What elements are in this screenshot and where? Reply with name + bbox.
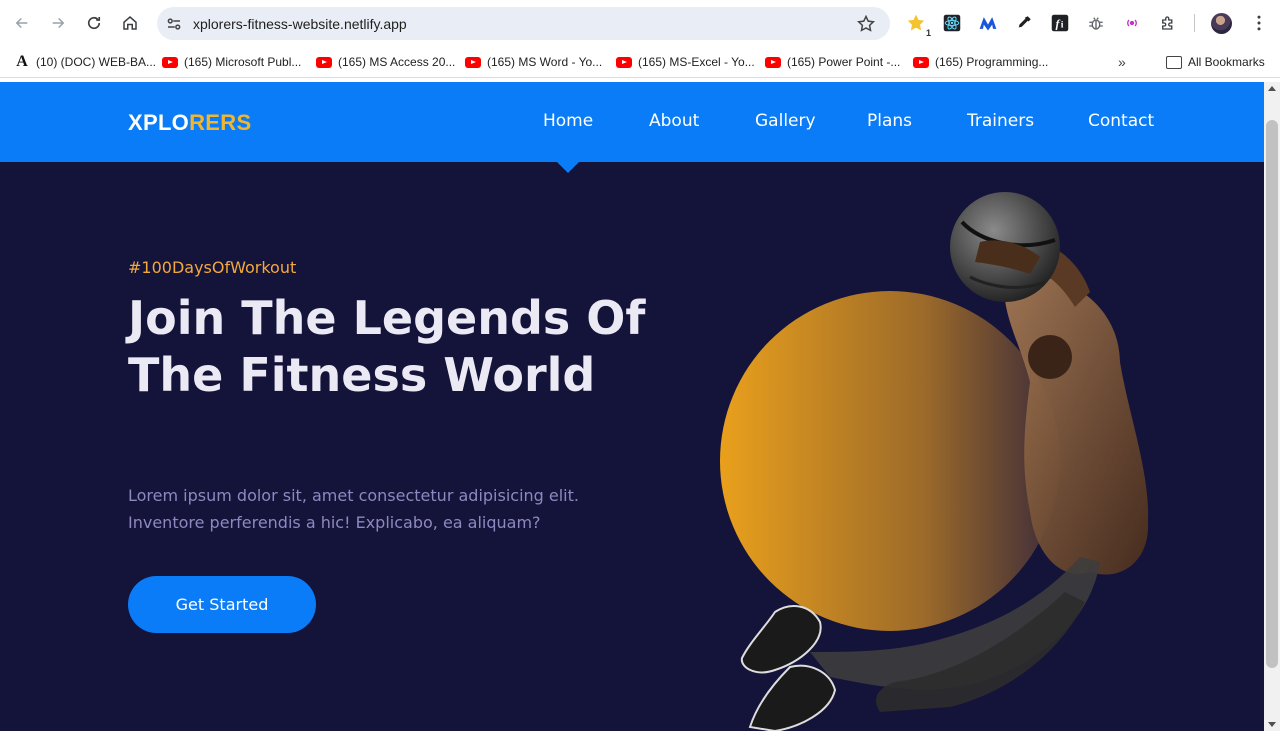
- bookmark-item[interactable]: (165) MS Word - Yo...: [465, 53, 602, 71]
- all-bookmarks-button[interactable]: All Bookmarks: [1166, 53, 1265, 71]
- youtube-icon: [162, 56, 178, 68]
- extension-badge: 1: [925, 28, 931, 38]
- bookmark-item[interactable]: (165) MS Access 20...: [316, 53, 455, 71]
- bookmark-label: (10) (DOC) WEB-BA...: [36, 55, 157, 69]
- hero-headline: Join The Legends Of The Fitness World: [128, 291, 646, 402]
- bookmark-item[interactable]: A (10) (DOC) WEB-BA...: [14, 53, 156, 71]
- site-logo[interactable]: XPLORERS: [128, 110, 251, 136]
- browser-menu-icon[interactable]: [1249, 13, 1269, 33]
- reload-icon[interactable]: [82, 11, 106, 35]
- font-extension-icon[interactable]: fi: [1050, 13, 1070, 33]
- bookmark-item[interactable]: (165) Power Point -...: [765, 53, 900, 71]
- page-viewport: XPLORERS Home About Gallery Plans Traine…: [0, 82, 1264, 731]
- more-bookmarks-chevron-icon[interactable]: »: [1118, 54, 1126, 70]
- bookmark-label: (165) Microsoft Publ...: [184, 55, 302, 69]
- bookmark-item[interactable]: (165) Programming...: [913, 53, 1048, 71]
- bookmark-label: (165) Power Point -...: [787, 55, 901, 69]
- bookmarks-bar: A (10) (DOC) WEB-BA... (165) Microsoft P…: [0, 46, 1280, 78]
- bookmark-star-icon[interactable]: [856, 14, 876, 34]
- toolbar-divider: [1194, 14, 1195, 32]
- active-nav-caret-icon: [557, 162, 579, 173]
- nav-gallery-link[interactable]: Gallery: [755, 111, 816, 131]
- logo-text-gold: RERS: [189, 110, 252, 135]
- home-icon[interactable]: [118, 11, 142, 35]
- youtube-icon: [913, 56, 929, 68]
- address-bar[interactable]: xplorers-fitness-website.netlify.app: [157, 7, 890, 40]
- bookmark-label: (165) MS Access 20...: [338, 55, 456, 69]
- bookmark-label: (165) MS-Excel - Yo...: [638, 55, 755, 69]
- broadcast-icon[interactable]: [1122, 13, 1142, 33]
- color-picker-icon[interactable]: [1014, 13, 1034, 33]
- bookmark-item[interactable]: (165) MS-Excel - Yo...: [616, 53, 755, 71]
- profile-avatar[interactable]: [1211, 13, 1232, 34]
- back-arrow-icon[interactable]: [10, 11, 34, 35]
- scroll-up-arrow-icon[interactable]: [1268, 86, 1276, 91]
- react-devtools-icon[interactable]: [942, 13, 962, 33]
- nav-plans-link[interactable]: Plans: [867, 111, 912, 131]
- scroll-thumb[interactable]: [1266, 120, 1278, 668]
- get-started-button[interactable]: Get Started: [128, 576, 316, 633]
- scroll-down-arrow-icon[interactable]: [1268, 722, 1276, 727]
- all-bookmarks-label: All Bookmarks: [1188, 55, 1265, 69]
- m-extension-icon[interactable]: [978, 13, 998, 33]
- site-settings-icon[interactable]: [165, 15, 183, 33]
- bug-icon[interactable]: [1086, 13, 1106, 33]
- site-navbar: XPLORERS Home About Gallery Plans Traine…: [0, 82, 1264, 162]
- hero-athlete-image: [720, 192, 1149, 731]
- nav-contact-link[interactable]: Contact: [1088, 111, 1154, 131]
- nav-trainers-link[interactable]: Trainers: [967, 111, 1034, 131]
- hero-lead-text: Lorem ipsum dolor sit, amet consectetur …: [128, 486, 579, 532]
- url-text[interactable]: xplorers-fitness-website.netlify.app: [193, 16, 407, 32]
- extension-star-icon[interactable]: 1: [906, 13, 931, 38]
- nav-home-link[interactable]: Home: [543, 111, 593, 131]
- doc-a-icon: A: [16, 53, 28, 70]
- hero-hashtag: #100DaysOfWorkout: [128, 258, 297, 277]
- bookmark-label: (165) Programming...: [935, 55, 1049, 69]
- browser-toolbar: xplorers-fitness-website.netlify.app 1 f…: [0, 0, 1280, 46]
- folder-icon: [1166, 55, 1182, 69]
- youtube-icon: [616, 56, 632, 68]
- forward-arrow-icon[interactable]: [46, 11, 70, 35]
- svg-text:i: i: [1061, 20, 1064, 31]
- nav-about-link[interactable]: About: [649, 111, 699, 131]
- extensions-puzzle-icon[interactable]: [1158, 13, 1178, 33]
- youtube-icon: [765, 56, 781, 68]
- youtube-icon: [465, 56, 481, 68]
- page-scrollbar[interactable]: [1264, 82, 1280, 731]
- bookmark-label: (165) MS Word - Yo...: [487, 55, 603, 69]
- youtube-icon: [316, 56, 332, 68]
- logo-text-white: XPLO: [128, 110, 190, 135]
- bookmark-item[interactable]: (165) Microsoft Publ...: [162, 53, 301, 71]
